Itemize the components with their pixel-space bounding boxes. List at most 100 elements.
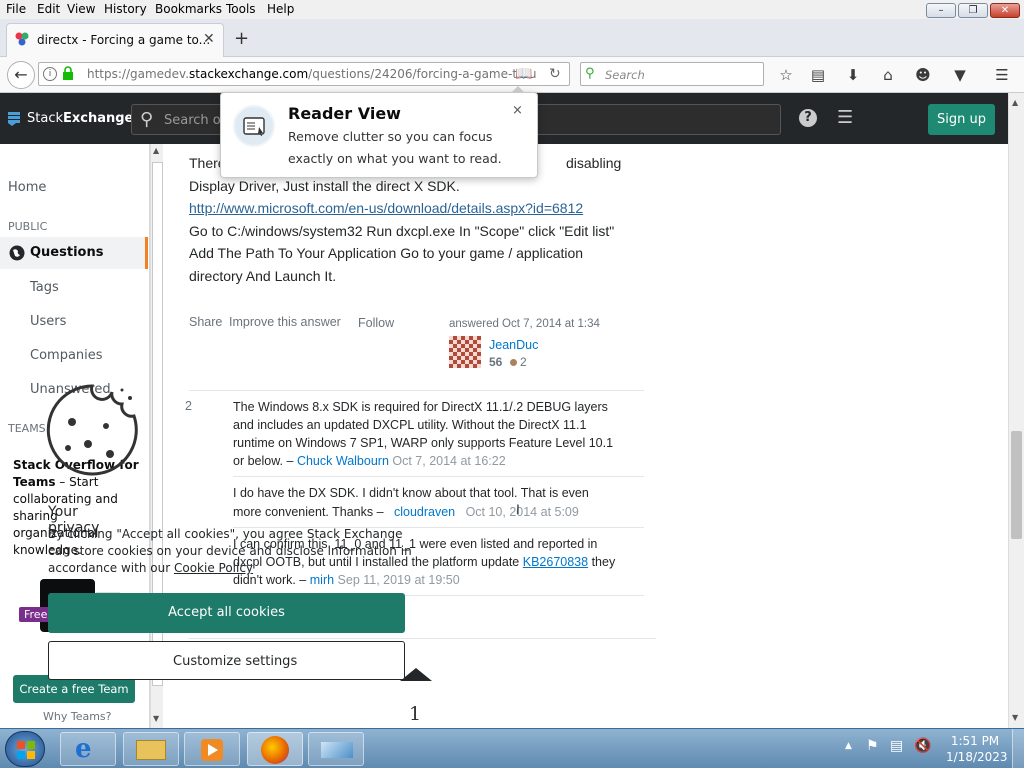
sdk-download-link[interactable]: http://www.microsoft.com/en-us/download/… [189,197,583,220]
kb-link[interactable]: KB2670838 [523,555,588,569]
share-link[interactable]: Share [189,315,222,329]
page-scroll-thumb[interactable] [1011,431,1022,539]
scroll-up-arrow-icon[interactable]: ▲ [1012,98,1018,107]
firefox-icon[interactable] [247,732,303,766]
answered-date: answered Oct 7, 2014 at 1:34 [449,318,600,330]
sidebar-item-companies[interactable]: Companies [30,348,103,363]
menu-view[interactable]: View [67,2,95,16]
site-search-placeholder: Search or [164,113,227,128]
url-bar[interactable]: i https://gamedev.stackexchange.com/ques… [38,62,570,86]
page-number: 1 [409,703,422,725]
lock-icon [62,66,74,80]
bookmark-star-icon[interactable]: ☆ [776,65,796,85]
mail-app-icon[interactable] [308,732,364,766]
search-field[interactable]: ⚲ Search [580,62,764,86]
comment-date: Oct 7, 2014 at 16:22 [392,454,506,468]
volume-muted-icon[interactable]: 🔇 [914,738,931,754]
internet-explorer-icon[interactable]: e [60,732,116,766]
tab-close-icon[interactable]: ✕ [203,31,215,47]
tray-expand-icon[interactable]: ▲ [845,741,852,751]
answer-text-line: Add The Path To Your Application Go to y… [189,245,584,261]
clock-time[interactable]: 1:51 PM [946,734,1004,748]
comment-text-line: or below. – Chuck Walbourn Oct 7, 2014 a… [233,454,506,468]
scroll-down-arrow-icon[interactable]: ▼ [1012,713,1018,722]
maximize-button[interactable]: ❐ [958,3,988,18]
improve-answer-link[interactable]: Improve this answer [229,315,341,329]
site-switcher-icon[interactable]: ☰ [837,107,853,128]
reader-view-illustration-icon [233,105,275,147]
chat-icon[interactable]: ☻ [913,65,933,85]
user-avatar[interactable] [449,336,481,368]
reader-view-icon[interactable]: 📖 [515,66,532,82]
scroll-up-arrow-icon[interactable]: ▲ [153,146,159,155]
reader-view-body: Remove clutter so you can focus [288,129,493,144]
reading-list-icon[interactable]: ▤ [808,65,828,85]
stackexchange-logo-icon [8,111,20,126]
comment-date: Sep 11, 2019 at 19:50 [337,573,460,587]
pocket-icon[interactable]: ▼ [950,65,970,85]
accept-cookies-button[interactable]: Accept all cookies [48,593,405,633]
sidebar-item-tags[interactable]: Tags [30,280,59,295]
answer-user-link[interactable]: JeanDuc [489,338,538,352]
comment-text-line: didn't work. – mirh Sep 11, 2019 at 19:5… [233,573,460,587]
back-arrow-icon[interactable]: ← [7,61,35,89]
divider [233,476,644,477]
download-icon[interactable]: ⬇ [843,65,863,85]
start-button[interactable] [5,731,45,767]
bronze-badge-icon [510,359,517,366]
tab-title: directx - Forcing a game to... [37,33,211,47]
media-player-icon[interactable] [184,732,240,766]
sidebar-item-home[interactable]: Home [8,180,46,195]
reader-view-close-icon[interactable]: × [512,103,523,118]
comment-user-link[interactable]: cloudraven [394,505,455,519]
sidebar-item-questions[interactable]: Questions [0,237,148,269]
page-scrollbar[interactable]: ▲ ▼ [1008,93,1024,728]
divider [189,638,656,639]
network-icon[interactable]: ▤ [890,738,903,754]
signup-button[interactable]: Sign up [928,104,995,135]
home-icon[interactable]: ⌂ [878,65,898,85]
menu-history[interactable]: History [104,2,147,16]
why-teams-link[interactable]: Why Teams? [43,710,112,723]
action-center-flag-icon[interactable]: ⚑ [866,738,879,754]
cookie-policy-link[interactable]: Cookie Policy [174,561,253,575]
search-placeholder: Search [605,68,645,82]
windows-taskbar: e ▲ ⚑ ▤ 🔇 1:51 PM 1/18/2023 [0,728,1024,769]
divider [189,390,644,391]
menu-edit[interactable]: Edit [37,2,60,16]
close-window-button[interactable]: ✕ [990,3,1020,18]
menu-bookmarks[interactable]: Bookmarks [155,2,222,16]
comment-text-line: The Windows 8.x SDK is required for Dire… [233,400,608,414]
clock-date[interactable]: 1/18/2023 [946,750,1008,764]
show-desktop-button[interactable] [1012,729,1024,769]
stackexchange-logo[interactable]: StackExchange [27,111,133,126]
reload-icon[interactable]: ↻ [549,66,561,82]
customize-settings-button[interactable]: Customize settings [48,641,405,680]
answer-text-line: Display Driver, Just install the direct … [189,178,460,194]
browser-tab[interactable]: directx - Forcing a game to... ✕ [6,23,224,57]
follow-link[interactable]: Follow [358,316,394,330]
new-tab-icon[interactable]: + [234,28,249,49]
reader-view-body: exactly on what you want to read. [288,151,502,166]
comment-score: 2 [185,399,192,413]
hamburger-menu-icon[interactable]: ☰ [992,65,1012,85]
menu-file[interactable]: File [6,2,26,16]
minimize-button[interactable]: – [926,3,956,18]
tab-bar: directx - Forcing a game to... ✕ + [0,19,1024,57]
menu-tools[interactable]: Tools [226,2,256,16]
comment-user-link[interactable]: Chuck Walbourn [297,454,389,468]
scroll-down-arrow-icon[interactable]: ▼ [153,714,159,723]
reader-view-popup: Reader View Remove clutter so you can fo… [220,86,538,178]
sidebar-item-users[interactable]: Users [30,314,66,329]
answer-text-line: disabling [566,155,622,171]
cookie-text-line: By clicking "Accept all cookies", you ag… [48,527,403,541]
sidebar-item-label: Questions [30,245,104,260]
file-explorer-icon[interactable] [123,732,179,766]
bronze-badge-count: 2 [520,355,527,369]
comment-user-link[interactable]: mirh [310,573,334,587]
menu-help[interactable]: Help [267,2,294,16]
help-icon[interactable]: ? [799,109,817,127]
search-engine-icon: ⚲ [585,66,595,81]
reader-view-title: Reader View [288,104,401,123]
info-icon[interactable]: i [43,67,57,81]
